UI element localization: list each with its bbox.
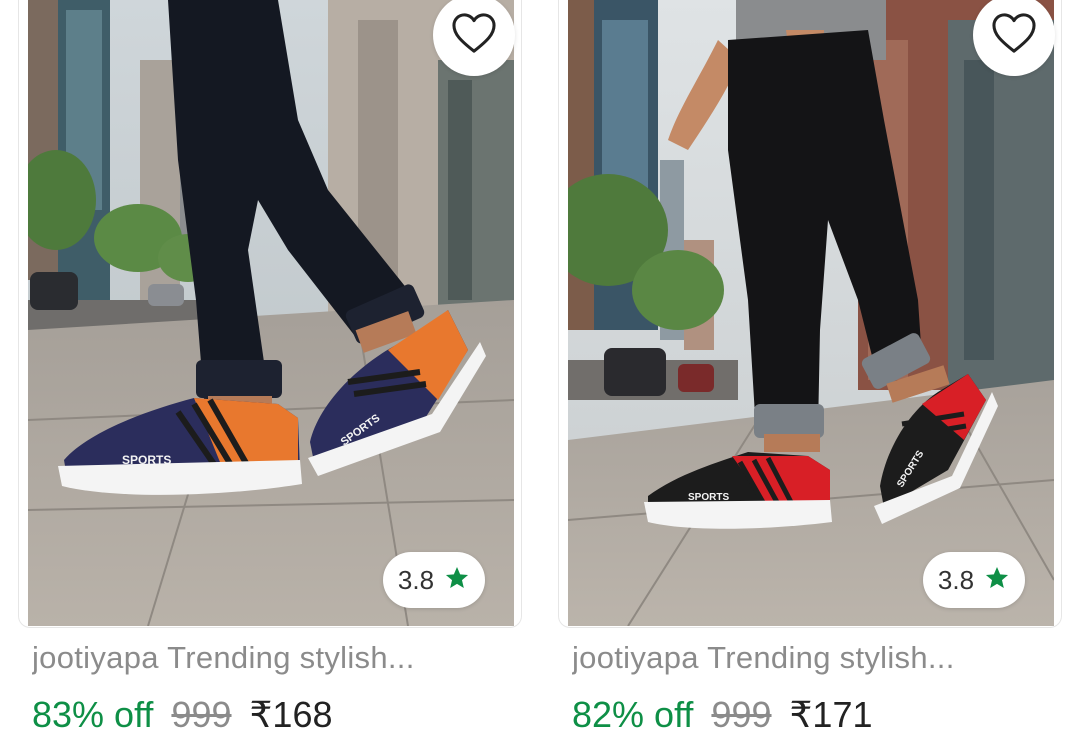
star-icon	[984, 565, 1010, 596]
product-title[interactable]: jootiyapa Trending stylish...	[572, 640, 1062, 676]
sale-price: ₹168	[249, 694, 333, 735]
discount-label: 83% off	[32, 694, 154, 735]
svg-text:SPORTS: SPORTS	[688, 492, 729, 503]
shoe-brand-print: SPORTS	[122, 453, 171, 467]
rating-badge: 3.8	[383, 552, 485, 608]
rating-value: 3.8	[397, 564, 435, 595]
heart-outline-icon	[451, 12, 497, 59]
product-image-frame[interactable]: SPORTS SPORTS 3.8	[558, 0, 1062, 628]
star-icon	[444, 565, 470, 596]
product-photo[interactable]: SPORTS SPORTS	[568, 0, 1054, 626]
product-photo[interactable]: SPORTS SPORTS	[28, 0, 514, 626]
product-title[interactable]: jootiyapa Trending stylish...	[32, 640, 522, 676]
original-price: 999	[711, 694, 772, 735]
product-grid: SPORTS SPORTS 3.8 jootiyapa Trending sty…	[0, 0, 1080, 752]
original-price: 999	[171, 694, 232, 735]
rating-badge: 3.8	[923, 552, 1025, 608]
product-image-frame[interactable]: SPORTS SPORTS 3.8	[18, 0, 522, 628]
price-row: 82% off 999 ₹171	[572, 694, 872, 736]
discount-label: 82% off	[572, 694, 694, 735]
heart-outline-icon	[991, 12, 1037, 59]
product-card[interactable]: SPORTS SPORTS 3.8 jootiyapa Trending sty…	[18, 0, 522, 752]
product-card[interactable]: SPORTS SPORTS 3.8 jootiyapa Trending sty…	[558, 0, 1062, 752]
rating-value: 3.8	[937, 564, 975, 595]
price-row: 83% off 999 ₹168	[32, 694, 332, 736]
sale-price: ₹171	[789, 694, 873, 735]
